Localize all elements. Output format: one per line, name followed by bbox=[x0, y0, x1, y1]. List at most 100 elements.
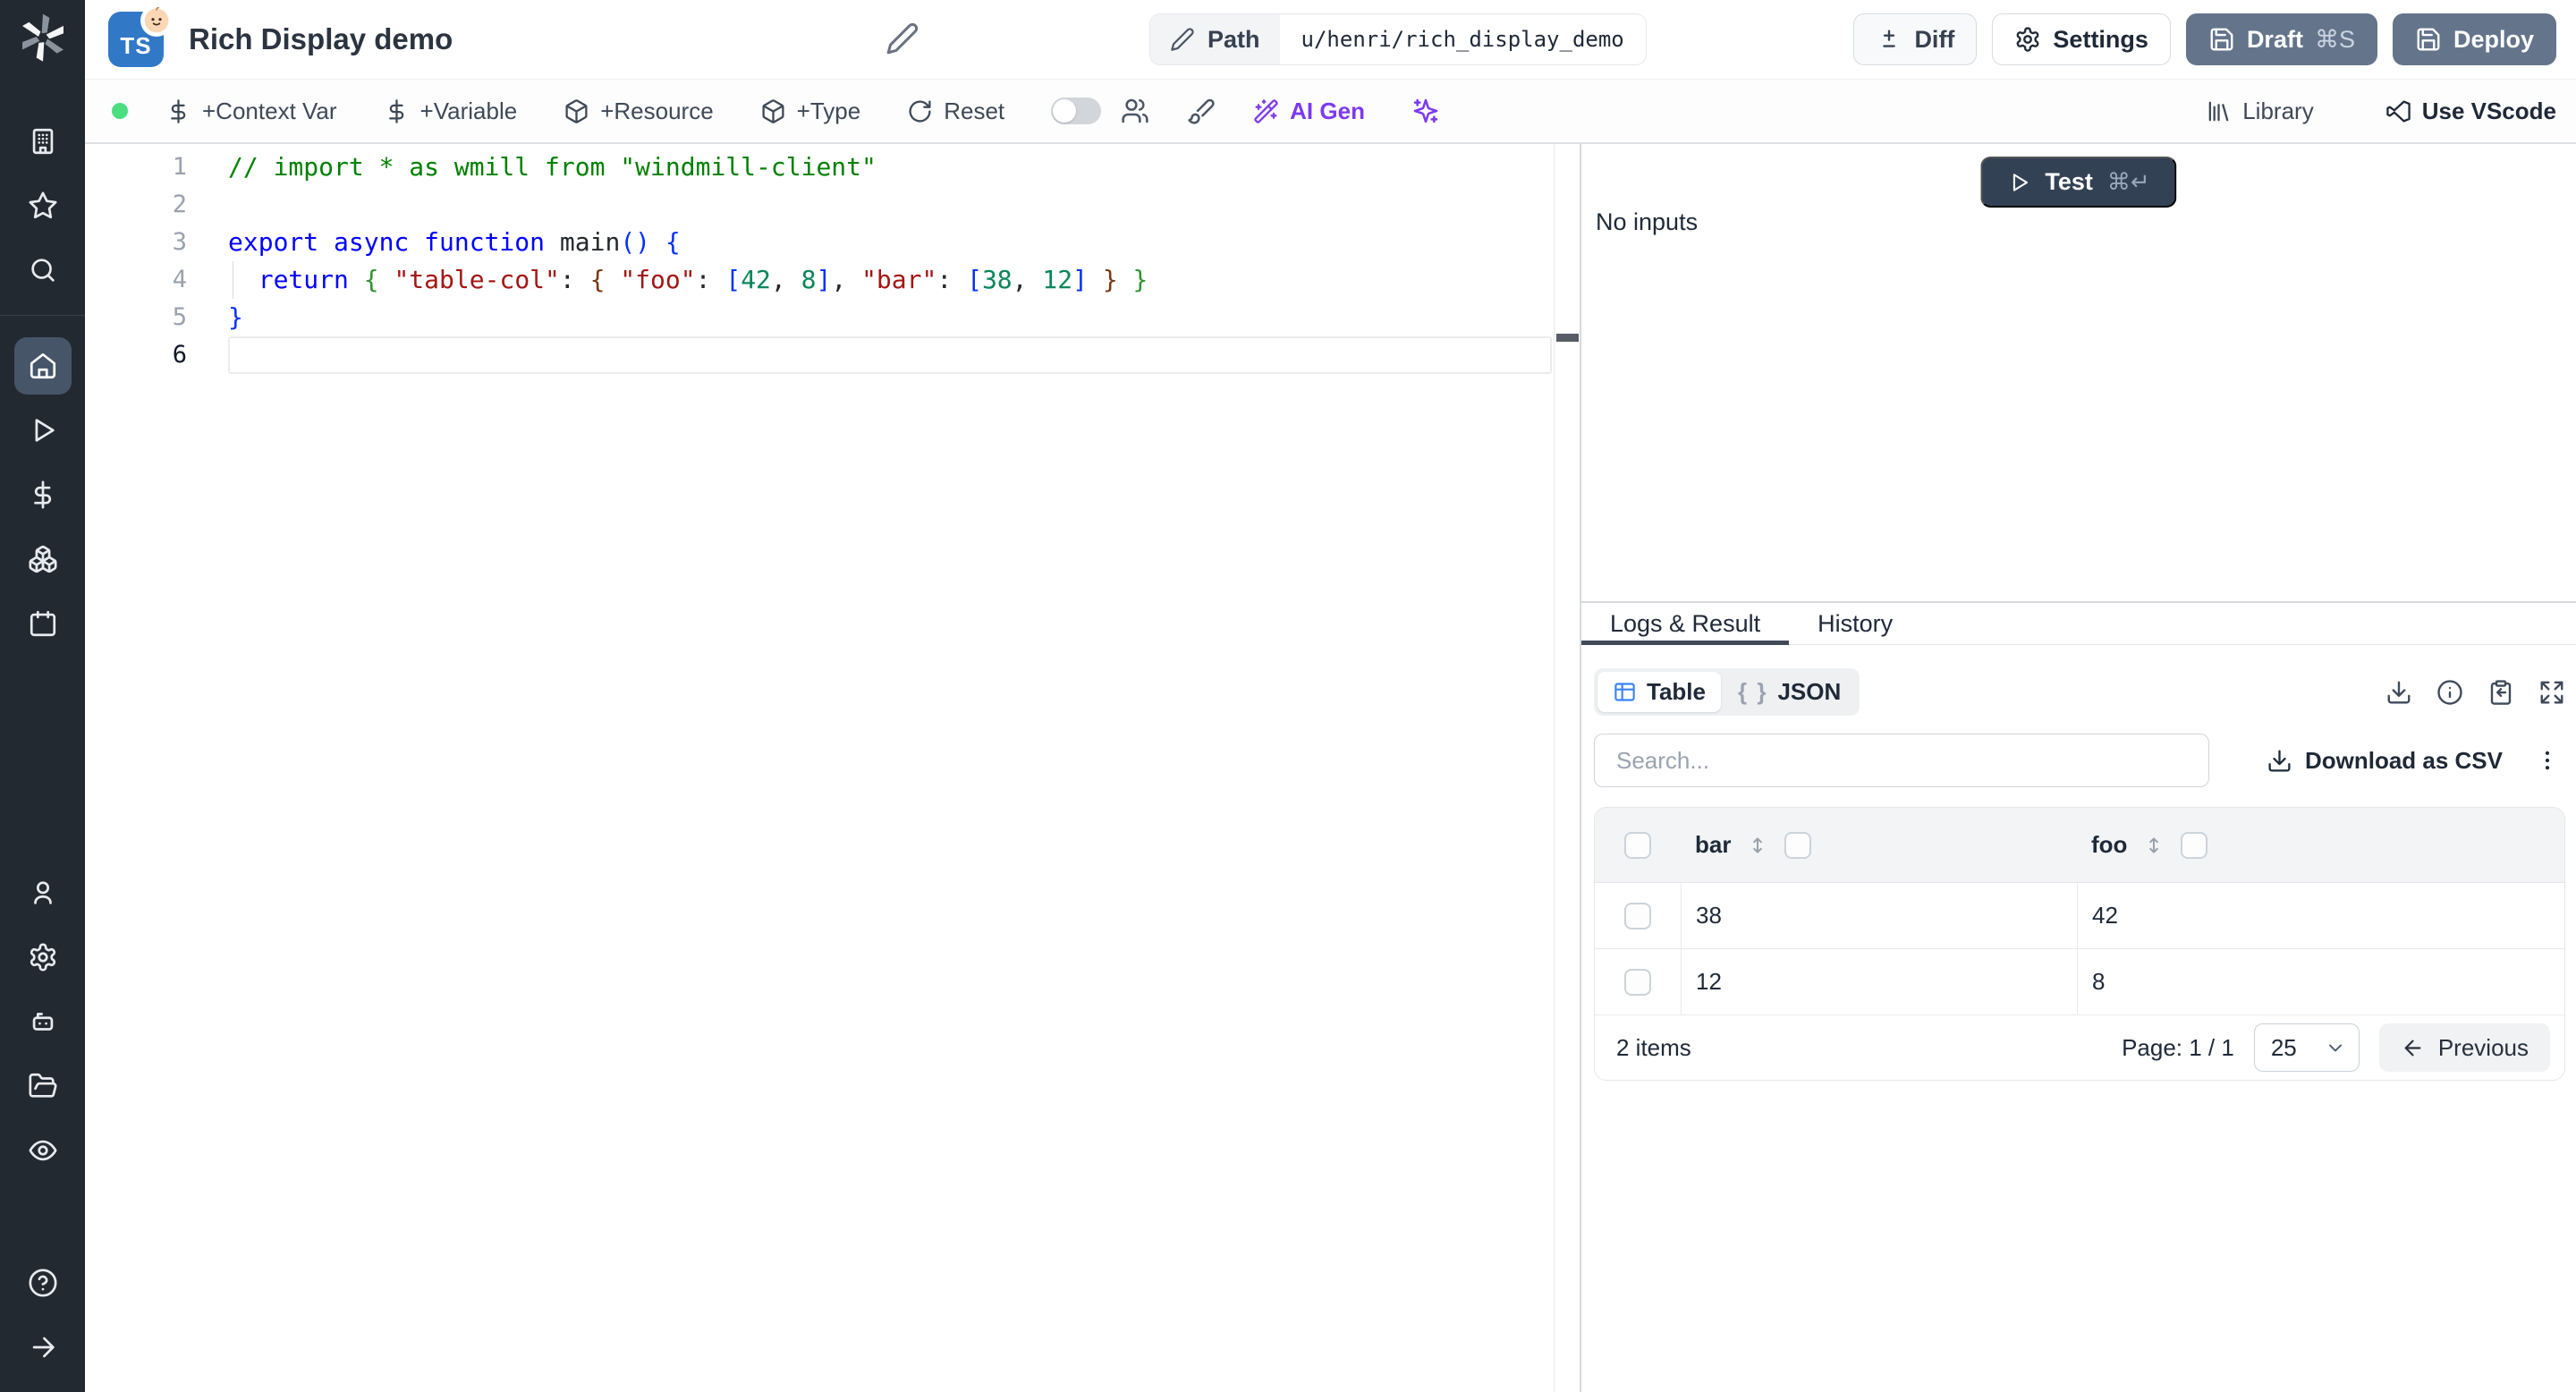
sidebar-item-search[interactable] bbox=[14, 242, 72, 299]
sidebar-item-resources[interactable] bbox=[14, 530, 72, 588]
typescript-badge-label: TS bbox=[120, 32, 152, 59]
search-input[interactable] bbox=[1594, 734, 2209, 787]
deploy-button-label: Deploy bbox=[2453, 25, 2534, 53]
kebab-menu-icon[interactable] bbox=[2535, 748, 2560, 773]
sidebar-item-audit[interactable] bbox=[14, 1122, 72, 1179]
column-checkbox-foo[interactable] bbox=[2181, 831, 2208, 859]
help-icon bbox=[28, 1268, 58, 1298]
add-type-label: +Type bbox=[796, 97, 861, 124]
brush-icon[interactable] bbox=[1187, 97, 1216, 125]
table-view-label: Table bbox=[1647, 678, 1706, 705]
copy-to-clipboard-icon[interactable] bbox=[2487, 679, 2514, 706]
package-icon bbox=[760, 98, 786, 124]
draft-shortcut: ⌘S bbox=[2314, 25, 2355, 53]
select-all-checkbox[interactable] bbox=[1624, 831, 1651, 859]
draft-button[interactable]: Draft ⌘S bbox=[2185, 13, 2377, 65]
table-cell: 38 bbox=[1681, 883, 2077, 948]
sort-icon[interactable] bbox=[1746, 834, 1769, 857]
sparkles-icon[interactable] bbox=[1411, 97, 1440, 125]
line-number: 3 bbox=[172, 228, 187, 256]
table-row[interactable]: 38 42 bbox=[1595, 883, 2564, 949]
add-resource-label: +Resource bbox=[600, 97, 714, 124]
previous-label: Previous bbox=[2437, 1033, 2529, 1061]
row-checkbox[interactable] bbox=[1624, 968, 1651, 996]
code-line[interactable]: 5} bbox=[85, 299, 1552, 336]
tab-logs-result[interactable]: Logs & Result bbox=[1581, 603, 1790, 645]
edit-summary-pencil-icon[interactable] bbox=[886, 21, 919, 55]
search-icon bbox=[28, 255, 58, 285]
no-inputs-text: No inputs bbox=[1596, 208, 1699, 235]
use-vscode-label: Use VScode bbox=[2421, 97, 2556, 124]
page-indicator: Page: 1 / 1 bbox=[2122, 1033, 2234, 1061]
download-icon bbox=[2267, 748, 2292, 774]
download-csv-button[interactable]: Download as CSV bbox=[2267, 747, 2503, 775]
use-vscode-button[interactable]: Use VScode bbox=[2385, 98, 2556, 125]
sidebar-item-home[interactable] bbox=[13, 337, 72, 395]
column-header-bar[interactable]: bar bbox=[1695, 831, 1731, 859]
library-button[interactable]: Library bbox=[2206, 98, 2314, 125]
table-cell: 42 bbox=[2077, 883, 2564, 948]
code-line[interactable]: 2 bbox=[85, 186, 1552, 224]
code-line[interactable]: 6 bbox=[85, 336, 1552, 374]
calendar-icon bbox=[28, 608, 58, 639]
add-type-button[interactable]: +Type bbox=[760, 97, 861, 125]
deploy-button[interactable]: Deploy bbox=[2392, 13, 2556, 65]
assistant-toggle[interactable] bbox=[1051, 98, 1102, 124]
sidebar-item-help[interactable] bbox=[14, 1254, 72, 1311]
sidebar-item-folders[interactable] bbox=[14, 1057, 72, 1115]
sidebar-item-runs[interactable] bbox=[14, 402, 72, 459]
download-result-icon[interactable] bbox=[2385, 679, 2412, 706]
sidebar-item-favorites[interactable] bbox=[14, 177, 72, 234]
path-edit-button[interactable]: Path bbox=[1150, 14, 1280, 64]
typescript-badge: TS bbox=[108, 4, 173, 67]
settings-button[interactable]: Settings bbox=[1992, 13, 2171, 65]
path-pill[interactable]: Path u/henri/rich_display_demo bbox=[1149, 13, 1647, 65]
add-context-var-button[interactable]: +Context Var bbox=[165, 98, 337, 125]
sidebar-item-settings[interactable] bbox=[14, 929, 72, 986]
code-editor[interactable]: 1 // import * as wmill from "windmill-cli… bbox=[85, 144, 1581, 1392]
column-header-foo[interactable]: foo bbox=[2091, 831, 2127, 859]
diff-icon bbox=[1876, 26, 1902, 53]
editor-toolbar: +Context Var +Variable +Resource +Type R… bbox=[85, 79, 2576, 144]
code-line-content: export async function main() { bbox=[228, 227, 681, 257]
sidebar-divider bbox=[0, 315, 85, 316]
sort-icon[interactable] bbox=[2142, 834, 2165, 857]
sidebar-item-variables[interactable] bbox=[14, 466, 72, 523]
diff-button[interactable]: Diff bbox=[1853, 13, 1978, 65]
column-checkbox-bar[interactable] bbox=[1784, 831, 1812, 859]
code-line[interactable]: 1 // import * as wmill from "windmill-cli… bbox=[85, 149, 1552, 186]
gear-icon bbox=[2014, 26, 2041, 53]
ai-gen-button[interactable]: AI Gen bbox=[1253, 98, 1365, 125]
view-toggle-table[interactable]: Table bbox=[1597, 672, 1721, 712]
windmill-logo-icon[interactable] bbox=[17, 11, 69, 63]
view-toggle-json[interactable]: { } JSON bbox=[1723, 672, 1856, 712]
tab-history[interactable]: History bbox=[1789, 603, 1921, 644]
code-line[interactable]: 4 return { "table-col": { "foo": [42, 8]… bbox=[85, 261, 1552, 299]
test-button[interactable]: Test ⌘↵ bbox=[1980, 157, 2177, 208]
sidebar-item-schedules[interactable] bbox=[14, 595, 72, 652]
path-value: u/henri/rich_display_demo bbox=[1301, 27, 1624, 52]
settings-button-label: Settings bbox=[2053, 25, 2148, 53]
add-resource-button[interactable]: +Resource bbox=[564, 97, 714, 125]
previous-page-button[interactable]: Previous bbox=[2378, 1023, 2550, 1072]
line-number: 1 bbox=[172, 153, 187, 181]
row-checkbox[interactable] bbox=[1624, 902, 1651, 929]
add-variable-button[interactable]: +Variable bbox=[384, 98, 517, 125]
page-size-value: 25 bbox=[2270, 1033, 2297, 1061]
sidebar-item-users[interactable] bbox=[14, 864, 72, 921]
info-icon[interactable] bbox=[2436, 679, 2463, 706]
draft-button-label: Draft bbox=[2246, 25, 2303, 53]
page-size-select[interactable]: 25 bbox=[2253, 1023, 2360, 1072]
expand-icon[interactable] bbox=[2538, 679, 2565, 706]
sidebar-item-workers[interactable] bbox=[14, 993, 72, 1050]
table-row[interactable]: 12 8 bbox=[1595, 949, 2564, 1015]
play-icon bbox=[28, 415, 58, 446]
sidebar-item-workspace[interactable] bbox=[14, 113, 72, 170]
robot-icon bbox=[28, 1006, 58, 1037]
chevron-down-icon bbox=[2325, 1037, 2346, 1058]
sidebar-expand-button[interactable] bbox=[14, 1319, 72, 1376]
page-title: Rich Display demo bbox=[189, 22, 453, 55]
code-line[interactable]: 3 export async function main() { bbox=[85, 224, 1552, 261]
users-icon[interactable] bbox=[1121, 97, 1149, 125]
reset-button[interactable]: Reset bbox=[907, 98, 1004, 125]
